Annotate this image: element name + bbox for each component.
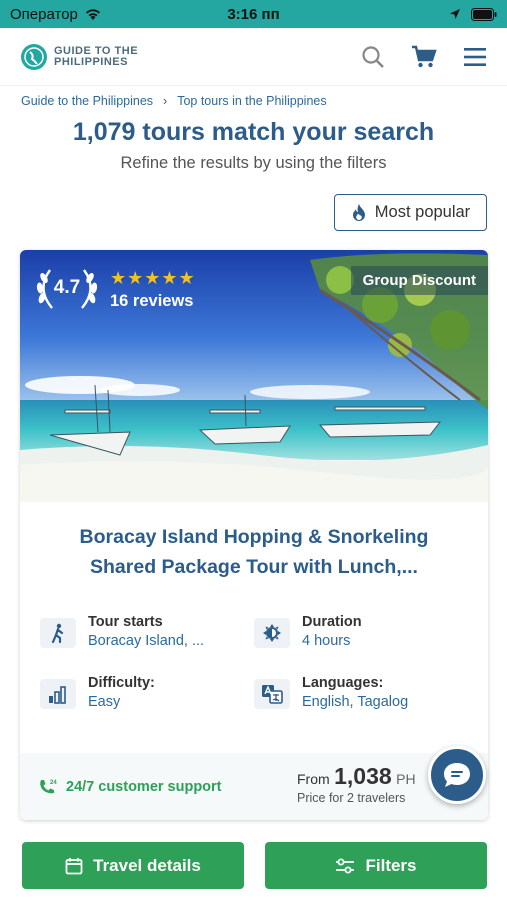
feature-value: Easy: [88, 694, 121, 710]
tour-card[interactable]: 4.7 ★★★★★ 16 reviews Group Discount Bora…: [20, 250, 488, 820]
carrier-label: Оператор: [10, 5, 78, 23]
cart-icon[interactable]: [411, 45, 437, 69]
price-from: From: [297, 771, 330, 787]
price-note: Price for 2 travelers: [297, 791, 406, 805]
language-icon: [254, 679, 290, 709]
feature-value: 4 hours: [302, 633, 351, 649]
travel-details-label: Travel details: [93, 855, 201, 875]
rating-stars: ★★★★★: [110, 267, 196, 288]
site-logo[interactable]: GUIDE TO THE PHILIPPINES: [20, 43, 138, 71]
carrier: Оператор: [10, 6, 102, 23]
feature-duration: Duration 4 hours: [254, 614, 362, 649]
feature-value[interactable]: Boracay Island, ...: [88, 633, 204, 649]
feature-label: Tour starts: [88, 614, 163, 630]
tour-title[interactable]: Boracay Island Hopping & Snorkeling Shar…: [20, 522, 488, 582]
breadcrumb-item-home[interactable]: Guide to the Philippines: [21, 94, 153, 108]
rating-score: 4.7: [53, 277, 81, 298]
logo-line-1: GUIDE TO THE: [54, 44, 139, 57]
price-block: From 1,038 PH Price for 2 travelers: [297, 763, 416, 805]
wifi-icon: [85, 9, 100, 20]
sort-label: Most popular: [374, 203, 471, 221]
location-arrow-icon: [450, 9, 460, 19]
calendar-icon: [65, 857, 83, 874]
customer-support[interactable]: 24 24/7 customer support: [38, 778, 222, 796]
phone-24-icon: 24: [40, 779, 57, 793]
tour-title-line-2: Shared Package Tour with Lunch,...: [90, 556, 418, 578]
breadcrumb-item-top-tours[interactable]: Top tours in the Philippines: [177, 94, 326, 108]
breadcrumb-separator: ›: [163, 94, 168, 108]
filters-button[interactable]: Filters: [265, 842, 487, 889]
support-label: 24/7 customer support: [66, 778, 222, 795]
group-discount-badge: Group Discount: [350, 266, 488, 295]
feature-difficulty: Difficulty: Easy: [40, 675, 155, 710]
card-footer: 24 24/7 customer support From 1,038 PH P…: [20, 753, 488, 820]
feature-tour-starts: Tour starts Boracay Island, ...: [40, 614, 204, 649]
flame-icon: [352, 204, 365, 221]
sliders-icon: [336, 858, 355, 873]
travel-details-button[interactable]: Travel details: [22, 842, 244, 889]
status-bar: Оператор 3:16 пп: [0, 0, 507, 28]
sort-button[interactable]: Most popular: [334, 194, 487, 231]
difficulty-bars-icon: [40, 679, 76, 709]
laurel-badge: 4.7: [34, 264, 100, 314]
logo-emblem-icon: [21, 43, 47, 70]
feature-label: Languages:: [302, 675, 384, 691]
menu-icon[interactable]: [463, 47, 487, 67]
site-header: GUIDE TO THE PHILIPPINES: [0, 28, 507, 86]
chat-button[interactable]: [428, 746, 486, 804]
feature-label: Difficulty:: [88, 675, 155, 691]
filters-label: Filters: [365, 855, 417, 875]
price-currency: PH: [396, 771, 416, 787]
review-count[interactable]: 16 reviews: [110, 292, 196, 311]
tour-title-line-1: Boracay Island Hopping & Snorkeling: [79, 526, 429, 548]
feature-value: English, Tagalog: [302, 694, 409, 710]
logo-line-2: PHILIPPINES: [54, 55, 128, 68]
results-subtitle: Refine the results by using the filters: [120, 154, 387, 172]
hiker-icon: [40, 618, 76, 648]
battery-icon: [471, 7, 497, 21]
feature-label: Duration: [302, 614, 362, 630]
results-title: 1,079 tours match your search: [72, 118, 435, 146]
price-amount: 1,038: [334, 763, 392, 789]
duration-icon: [254, 618, 290, 648]
bottom-action-bar: Travel details Filters: [0, 830, 507, 900]
svg-text:24: 24: [50, 780, 57, 786]
chat-icon: [444, 763, 470, 787]
rating-block: 4.7 ★★★★★ 16 reviews: [34, 264, 196, 314]
tour-image[interactable]: 4.7 ★★★★★ 16 reviews Group Discount: [20, 250, 488, 502]
breadcrumb: Guide to the Philippines › Top tours in …: [21, 94, 327, 108]
search-icon[interactable]: [361, 45, 385, 69]
feature-languages: Languages: English, Tagalog: [254, 675, 408, 710]
